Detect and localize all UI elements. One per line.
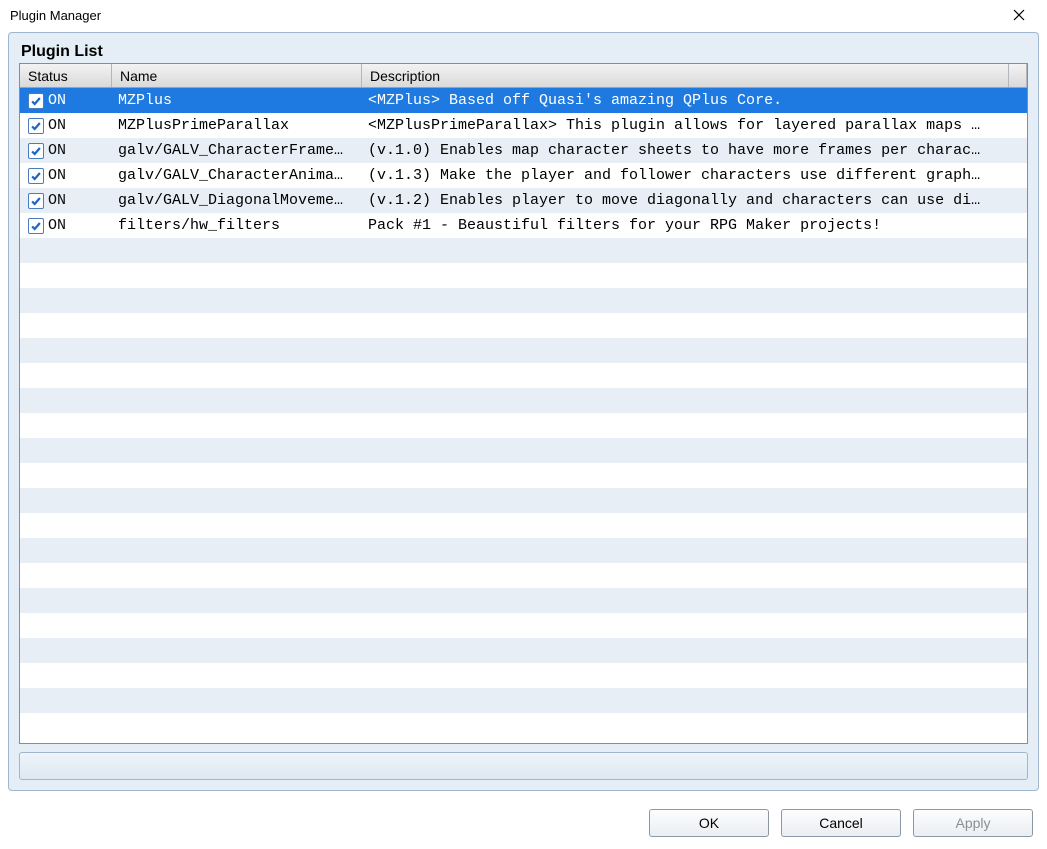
status-text: ON [48, 192, 66, 209]
status-text: ON [48, 92, 66, 109]
name-cell: galv/GALV_CharacterAnima… [112, 167, 362, 184]
plugin-row[interactable]: ON galv/GALV_CharacterFrame…(v.1.0) Enabl… [20, 138, 1027, 163]
cancel-button[interactable]: Cancel [781, 809, 901, 837]
empty-row[interactable] [20, 638, 1027, 663]
empty-row[interactable] [20, 463, 1027, 488]
status-cell: ON [20, 217, 112, 234]
grid-body[interactable]: ON MZPlus<MZPlus> Based off Quasi's amazi… [20, 88, 1027, 743]
plugin-manager-window: Plugin Manager Plugin List Status Name D… [0, 0, 1047, 849]
dialog-buttons: OK Cancel Apply [0, 799, 1047, 849]
status-cell: ON [20, 142, 112, 159]
empty-row[interactable] [20, 388, 1027, 413]
content-panel: Plugin List Status Name Description ON MZ… [8, 32, 1039, 791]
status-text: ON [48, 217, 66, 234]
column-header-name[interactable]: Name [112, 64, 362, 87]
empty-row[interactable] [20, 588, 1027, 613]
status-text: ON [48, 167, 66, 184]
column-header-description[interactable]: Description [362, 64, 1009, 87]
empty-row[interactable] [20, 238, 1027, 263]
status-cell: ON [20, 92, 112, 109]
description-cell: (v.1.3) Make the player and follower cha… [362, 167, 1027, 184]
plugin-grid: Status Name Description ON MZPlus<MZPlus>… [19, 63, 1028, 744]
empty-row[interactable] [20, 688, 1027, 713]
description-cell: <MZPlus> Based off Quasi's amazing QPlus… [362, 92, 1027, 109]
name-cell: MZPlus [112, 92, 362, 109]
description-cell: (v.1.0) Enables map character sheets to … [362, 142, 1027, 159]
description-cell: Pack #1 - Beaustiful filters for your RP… [362, 217, 1027, 234]
apply-button[interactable]: Apply [913, 809, 1033, 837]
name-cell: galv/GALV_DiagonalMoveme… [112, 192, 362, 209]
plugin-row[interactable]: ON MZPlus<MZPlus> Based off Quasi's amazi… [20, 88, 1027, 113]
status-checkbox[interactable] [28, 218, 44, 234]
empty-row[interactable] [20, 413, 1027, 438]
empty-row[interactable] [20, 713, 1027, 738]
grid-header: Status Name Description [20, 64, 1027, 88]
empty-row[interactable] [20, 663, 1027, 688]
status-cell: ON [20, 117, 112, 134]
plugin-row[interactable]: ON galv/GALV_DiagonalMoveme…(v.1.2) Enabl… [20, 188, 1027, 213]
section-title: Plugin List [21, 43, 1028, 61]
empty-row[interactable] [20, 513, 1027, 538]
status-cell: ON [20, 167, 112, 184]
status-checkbox[interactable] [28, 168, 44, 184]
empty-row[interactable] [20, 338, 1027, 363]
column-header-status[interactable]: Status [20, 64, 112, 87]
name-cell: galv/GALV_CharacterFrame… [112, 142, 362, 159]
titlebar: Plugin Manager [0, 0, 1047, 30]
name-cell: filters/hw_filters [112, 217, 362, 234]
empty-row[interactable] [20, 613, 1027, 638]
column-header-pad [1009, 64, 1027, 87]
empty-row[interactable] [20, 488, 1027, 513]
plugin-row[interactable]: ON filters/hw_filtersPack #1 - Beaustiful… [20, 213, 1027, 238]
empty-row[interactable] [20, 313, 1027, 338]
plugin-row[interactable]: ON MZPlusPrimeParallax<MZPlusPrimeParalla… [20, 113, 1027, 138]
close-button[interactable] [999, 0, 1039, 30]
ok-button[interactable]: OK [649, 809, 769, 837]
empty-row[interactable] [20, 288, 1027, 313]
status-checkbox[interactable] [28, 118, 44, 134]
status-bar [19, 752, 1028, 780]
empty-row[interactable] [20, 263, 1027, 288]
status-text: ON [48, 142, 66, 159]
status-checkbox[interactable] [28, 93, 44, 109]
plugin-row[interactable]: ON galv/GALV_CharacterAnima…(v.1.3) Make … [20, 163, 1027, 188]
status-checkbox[interactable] [28, 193, 44, 209]
empty-row[interactable] [20, 538, 1027, 563]
name-cell: MZPlusPrimeParallax [112, 117, 362, 134]
description-cell: <MZPlusPrimeParallax> This plugin allows… [362, 117, 1027, 134]
empty-row[interactable] [20, 438, 1027, 463]
status-text: ON [48, 117, 66, 134]
status-cell: ON [20, 192, 112, 209]
empty-row[interactable] [20, 363, 1027, 388]
window-title: Plugin Manager [8, 8, 999, 23]
close-icon [1013, 9, 1025, 21]
description-cell: (v.1.2) Enables player to move diagonall… [362, 192, 1027, 209]
status-checkbox[interactable] [28, 143, 44, 159]
empty-row[interactable] [20, 563, 1027, 588]
